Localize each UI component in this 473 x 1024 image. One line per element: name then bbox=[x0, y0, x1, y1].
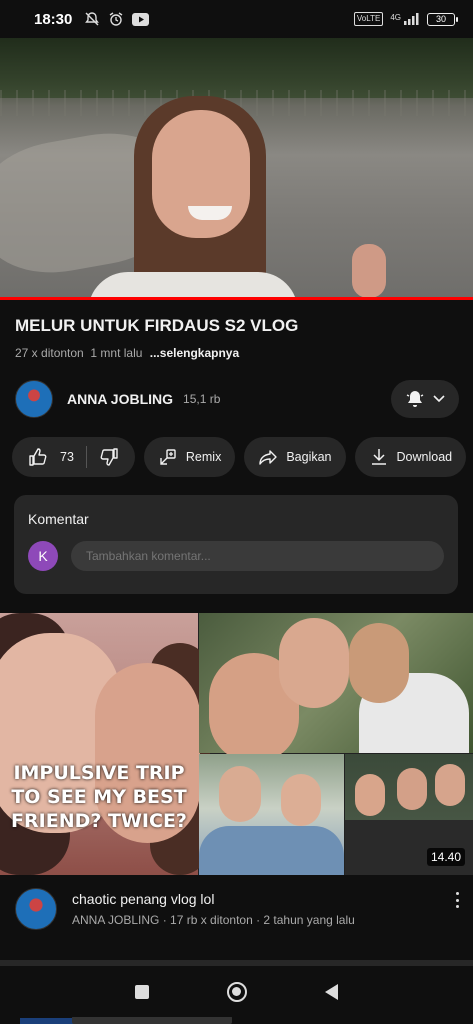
like-dislike-pill: 73 bbox=[12, 437, 135, 477]
download-label: Download bbox=[396, 450, 453, 464]
next-item-peek-text bbox=[72, 1016, 232, 1024]
volte-badge: VoLTE bbox=[353, 12, 384, 26]
view-count: 27 x ditonton bbox=[15, 346, 84, 360]
share-button[interactable]: Bagikan bbox=[244, 437, 346, 477]
clock: 18:30 bbox=[34, 10, 73, 28]
comments-card[interactable]: Komentar K bbox=[14, 495, 458, 594]
download-icon bbox=[369, 447, 389, 467]
dislike-button[interactable] bbox=[99, 447, 119, 467]
signal-icon: 4G bbox=[390, 13, 420, 25]
mute-icon bbox=[84, 11, 100, 27]
download-button[interactable]: Download bbox=[354, 437, 467, 477]
video-meta[interactable]: 27 x ditonton 1 mnt lalu ...selengkapnya bbox=[15, 346, 239, 360]
thumbnail-bottom-left-panel bbox=[199, 754, 344, 875]
next-video-details[interactable]: chaotic penang vlog lol ANNA JOBLING · 1… bbox=[15, 888, 465, 936]
bell-icon bbox=[405, 389, 425, 409]
youtube-icon bbox=[132, 12, 150, 26]
action-bar: 73 Remix Bagikan Download bbox=[12, 437, 467, 477]
channel-name[interactable]: ANNA JOBLING bbox=[67, 391, 173, 407]
subscriber-count: 15,1 rb bbox=[183, 392, 221, 406]
video-title[interactable]: MELUR UNTUK FIRDAUS S2 VLOG bbox=[15, 316, 298, 336]
system-nav-bar bbox=[0, 967, 473, 1017]
subscription-bell-button[interactable] bbox=[391, 380, 459, 418]
alarm-icon bbox=[108, 11, 124, 27]
remix-icon bbox=[158, 447, 178, 467]
thumbnail-caption: IMPULSIVE TRIP TO SEE MY BEST FRIEND? TW… bbox=[11, 762, 187, 832]
like-count: 73 bbox=[60, 450, 74, 464]
thumbs-down-icon bbox=[99, 447, 119, 467]
thumbnail-top-right-panel bbox=[199, 613, 473, 763]
comments-heading: Komentar bbox=[28, 511, 89, 527]
nav-recents-icon[interactable] bbox=[135, 985, 149, 999]
channel-row[interactable]: ANNA JOBLING 15,1 rb bbox=[15, 379, 459, 419]
chevron-down-icon bbox=[433, 395, 445, 403]
duration-badge: 14.40 bbox=[426, 848, 465, 866]
remix-label: Remix bbox=[185, 450, 222, 464]
next-item-peek bbox=[20, 1018, 80, 1024]
nav-back-icon[interactable] bbox=[325, 984, 338, 1000]
pill-divider bbox=[85, 446, 87, 468]
battery-icon: 30 bbox=[427, 12, 458, 26]
upload-age: 1 mnt lalu bbox=[90, 346, 143, 360]
next-video-thumbnail[interactable]: IMPULSIVE TRIP TO SEE MY BEST FRIEND? TW… bbox=[0, 613, 473, 875]
share-label: Bagikan bbox=[286, 450, 332, 464]
section-divider bbox=[0, 960, 473, 966]
next-video-title[interactable]: chaotic penang vlog lol bbox=[72, 891, 355, 907]
video-progress-fill bbox=[0, 297, 473, 300]
remix-button[interactable]: Remix bbox=[143, 437, 236, 477]
status-bar: 18:30 VoLTE 4G 30 bbox=[0, 0, 473, 38]
share-icon bbox=[258, 447, 278, 467]
add-comment-input[interactable] bbox=[71, 541, 444, 571]
like-button[interactable]: 73 bbox=[28, 447, 74, 467]
video-player[interactable] bbox=[0, 38, 473, 298]
channel-avatar[interactable] bbox=[15, 380, 53, 418]
show-more-link[interactable]: ...selengkapnya bbox=[150, 346, 239, 360]
user-avatar: K bbox=[28, 541, 58, 571]
thumbnail-left-panel bbox=[0, 613, 210, 875]
thumbs-up-icon bbox=[28, 447, 48, 467]
nav-home-icon[interactable] bbox=[227, 982, 247, 1002]
next-video-meta: ANNA JOBLING · 17 rb x ditonton · 2 tahu… bbox=[72, 913, 355, 927]
next-video-channel-avatar[interactable] bbox=[15, 888, 57, 930]
video-frame-background bbox=[0, 38, 473, 98]
video-progress-bar[interactable] bbox=[0, 297, 473, 300]
more-vert-icon[interactable] bbox=[453, 890, 461, 910]
